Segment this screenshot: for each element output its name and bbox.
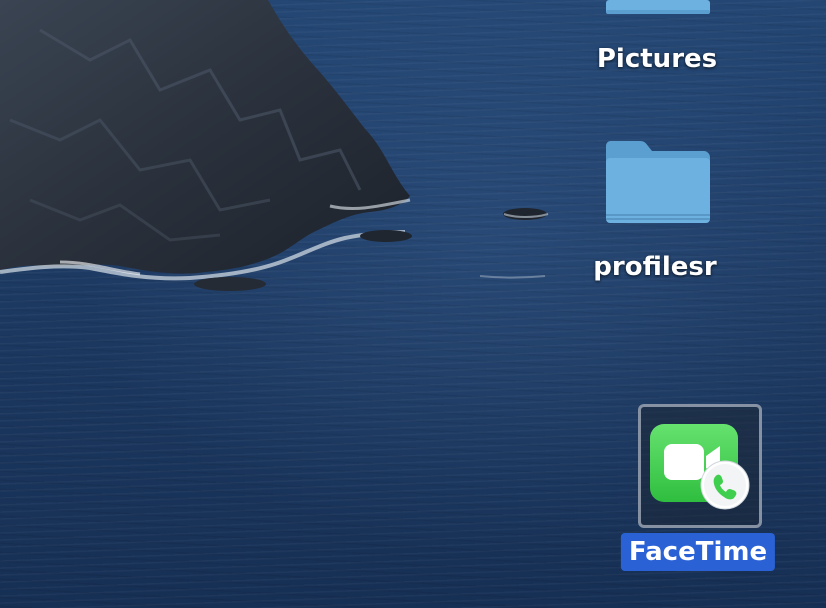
folder-icon bbox=[606, 141, 710, 223]
desktop[interactable]: Pictures profilesr FaceTime bbox=[0, 0, 826, 608]
desktop-icon-profilesr[interactable] bbox=[600, 140, 716, 226]
folder-icon bbox=[606, 0, 710, 14]
desktop-icon-facetime[interactable] bbox=[648, 422, 752, 510]
facetime-app-icon bbox=[650, 424, 750, 510]
desktop-icon-label-profilesr[interactable]: profilesr bbox=[593, 252, 716, 282]
desktop-icon-label-facetime[interactable]: FaceTime bbox=[620, 533, 776, 571]
desktop-icon-label-pictures[interactable]: Pictures bbox=[597, 44, 717, 74]
